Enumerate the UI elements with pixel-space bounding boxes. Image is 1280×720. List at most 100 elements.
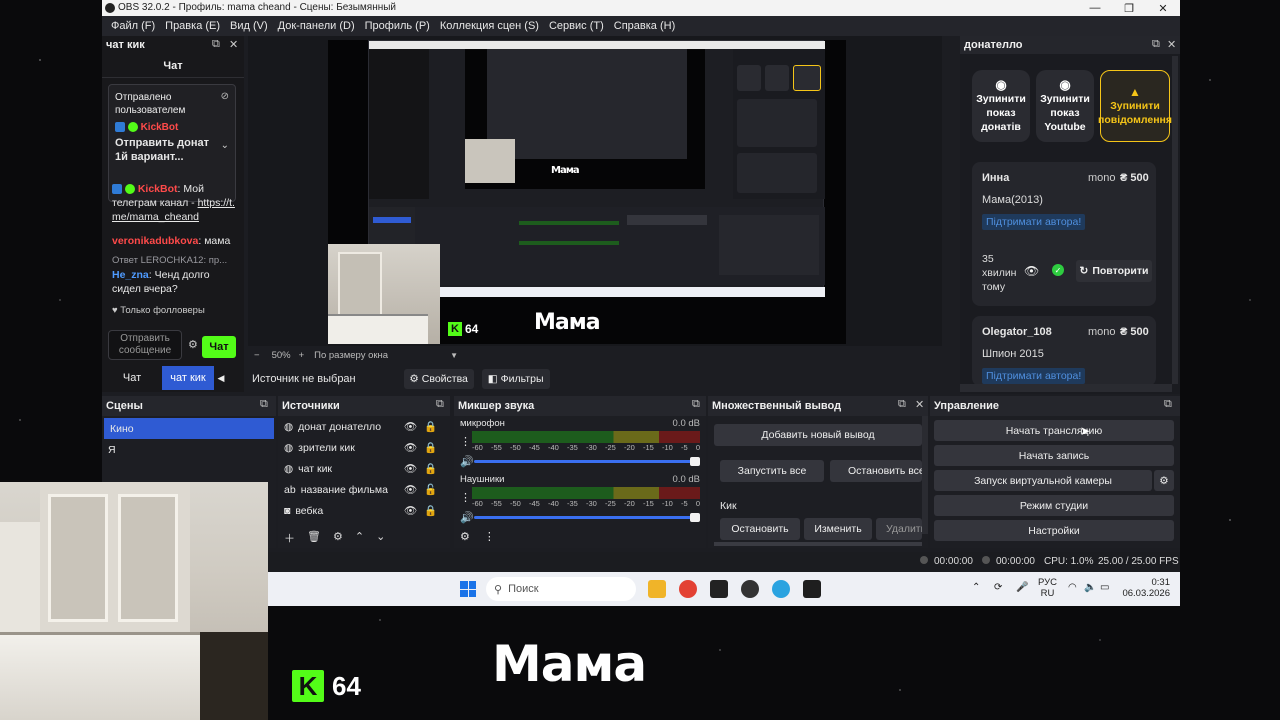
scene-item[interactable]: Кино [104, 418, 274, 439]
unpin-icon[interactable]: ⊘ [221, 91, 229, 117]
speaker-icon[interactable]: 🔊 [460, 455, 474, 468]
menu-view[interactable]: Вид (V) [225, 20, 273, 32]
preview-canvas[interactable]: Мама K 64 Мама [328, 40, 846, 344]
undock-icon[interactable]: ⧉ [436, 398, 444, 411]
menu-file[interactable]: Файл (F) [106, 20, 160, 32]
chat-message-input[interactable]: Отправить сообщение [108, 330, 182, 360]
stop-output-button[interactable]: Остановить [720, 518, 800, 540]
chat-username[interactable]: He_zna [112, 269, 149, 281]
lock-icon[interactable]: 🔒 [424, 462, 437, 475]
tab-chat[interactable]: Чат [102, 366, 162, 390]
filters-button[interactable]: ◧ Фильтры [481, 369, 550, 389]
volume-slider[interactable] [474, 457, 700, 466]
menu-scene-collection[interactable]: Коллекция сцен (S) [435, 20, 544, 32]
advanced-audio-icon[interactable]: ⚙ [460, 530, 470, 543]
menu-edit[interactable]: Правка (E) [160, 20, 225, 32]
tray-mic-icon[interactable]: 🎤 [1016, 582, 1028, 593]
source-item[interactable]: ◍ чат кик 👁 🔒 [278, 458, 450, 479]
tray-sync-icon[interactable]: ⟳ [994, 582, 1002, 593]
eye-icon[interactable]: 👁 [404, 441, 417, 454]
settings-gear-icon[interactable]: ⚙ [188, 338, 198, 351]
undock-icon[interactable]: ⧉ [898, 398, 906, 411]
repeat-button[interactable]: ↻ Повторити [1076, 260, 1152, 282]
maximize-button[interactable]: ❐ [1112, 0, 1146, 16]
undock-icon[interactable]: ⧉ [692, 398, 700, 411]
eye-icon[interactable]: 👁 [1024, 264, 1039, 278]
chevron-down-icon[interactable]: ⌄ [221, 140, 229, 151]
language-indicator[interactable]: РУС RU [1038, 577, 1057, 599]
taskbar-search[interactable]: ⚲ Поиск [486, 577, 636, 601]
source-item[interactable]: ◙ вебка 👁 🔒 [278, 500, 450, 521]
scene-item[interactable]: Я [102, 439, 276, 460]
menu-docks[interactable]: Док-панели (D) [273, 20, 360, 32]
zoom-out-button[interactable]: − [254, 350, 260, 361]
stop-youtube-button[interactable]: ◉ Зупинити показ Youtube [1036, 70, 1094, 142]
studio-mode-button[interactable]: Режим студии [934, 495, 1174, 516]
unlock-icon[interactable]: 🔓 [424, 483, 437, 496]
undock-icon[interactable]: ⧉ [212, 38, 220, 51]
channel-menu-icon[interactable]: ⋮ [460, 435, 472, 448]
stop-donations-button[interactable]: ◉ Зупинити показ донатів [972, 70, 1030, 142]
zoom-in-button[interactable]: + [299, 350, 305, 361]
delete-output-button[interactable]: Удалить [876, 518, 922, 540]
lock-icon[interactable]: 🔒 [424, 441, 437, 454]
mixer-menu-icon[interactable]: ⋮ [484, 530, 495, 543]
support-author-link[interactable]: Підтримати автора! [982, 214, 1086, 230]
menu-profile[interactable]: Профиль (P) [360, 20, 435, 32]
menu-tools[interactable]: Сервис (T) [544, 20, 609, 32]
eye-icon[interactable]: 👁 [404, 483, 417, 496]
windows-start-icon[interactable] [460, 581, 476, 597]
chat-send-button[interactable]: Чат [202, 336, 236, 358]
file-explorer-icon[interactable] [648, 580, 666, 598]
chevron-down-icon[interactable]: ▼ [450, 351, 458, 360]
add-icon[interactable]: ＋ [284, 530, 295, 546]
chat-username[interactable]: veronikadubkova [112, 235, 198, 247]
eye-icon[interactable]: 👁 [404, 462, 417, 475]
menu-help[interactable]: Справка (H) [609, 20, 680, 32]
undock-icon[interactable]: ⧉ [1164, 398, 1172, 411]
speaker-icon[interactable]: 🔊 [460, 511, 474, 524]
start-recording-button[interactable]: Начать запись [934, 445, 1174, 466]
undock-icon[interactable]: ⧉ [1152, 38, 1160, 51]
battery-icon[interactable]: ▭ [1100, 582, 1109, 593]
obs-taskbar-icon[interactable] [741, 580, 759, 598]
settings-button[interactable]: Настройки [934, 520, 1174, 541]
volume-slider[interactable] [474, 513, 700, 522]
fit-mode-select[interactable]: По размеру окна [314, 350, 388, 361]
multi-output-scrollbar[interactable] [922, 416, 928, 534]
multi-output-h-scrollbar[interactable] [714, 542, 922, 546]
source-item[interactable]: ◍ зрители кик 👁 🔒 [278, 437, 450, 458]
trash-icon[interactable]: 🗑 [307, 530, 321, 546]
terminal-icon[interactable] [803, 580, 821, 598]
chrome-icon[interactable] [679, 580, 697, 598]
stop-messages-button[interactable]: ▲ Зупинити повідомлення [1098, 70, 1172, 142]
wifi-icon[interactable]: ◠ [1068, 582, 1077, 593]
stop-all-button[interactable]: Остановить все [830, 460, 922, 482]
move-down-icon[interactable]: ⌄ [376, 530, 385, 546]
donate-scrollbar[interactable] [1172, 56, 1178, 384]
virtual-camera-settings-gear-icon[interactable]: ⚙ [1154, 470, 1174, 491]
chat-username[interactable]: KickBot [138, 183, 178, 195]
start-streaming-button[interactable]: Начать трансляцию [934, 420, 1174, 441]
channel-menu-icon[interactable]: ⋮ [460, 491, 472, 504]
close-icon[interactable]: ✕ [229, 38, 238, 51]
pinned-user[interactable]: KickBot [141, 122, 179, 133]
source-item[interactable]: ab название фильма 👁 🔓 [278, 479, 450, 500]
tab-scroll-left-icon[interactable]: ◀ [214, 366, 228, 390]
minimize-button[interactable]: — [1078, 0, 1112, 16]
close-icon[interactable]: ✕ [1167, 38, 1176, 51]
eye-icon[interactable]: 👁 [404, 504, 417, 517]
undock-icon[interactable]: ⧉ [260, 398, 268, 411]
volume-icon[interactable]: 🔈 [1084, 582, 1096, 593]
tab-kick-chat[interactable]: чат кик [162, 366, 214, 390]
donate-h-scrollbar[interactable] [960, 384, 1172, 392]
lock-icon[interactable]: 🔒 [424, 504, 437, 517]
edit-output-button[interactable]: Изменить [804, 518, 872, 540]
close-icon[interactable]: ✕ [915, 398, 924, 411]
move-up-icon[interactable]: ⌃ [355, 530, 364, 546]
preview-area[interactable]: Мама K 64 Мама [248, 36, 942, 346]
support-author-link[interactable]: Підтримати автора! [982, 368, 1086, 384]
start-virtual-camera-button[interactable]: Запуск виртуальной камеры [934, 470, 1152, 491]
add-output-button[interactable]: Добавить новый вывод [714, 424, 922, 446]
telegram-icon[interactable] [772, 580, 790, 598]
